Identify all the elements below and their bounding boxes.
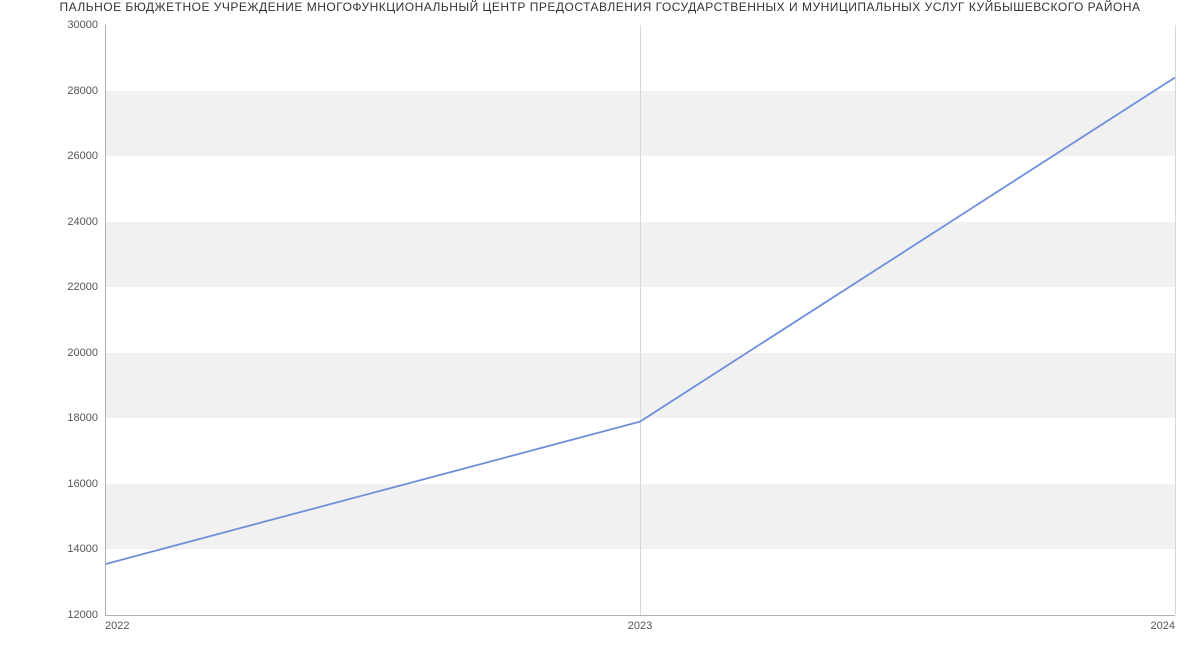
y-tick-label: 14000 bbox=[8, 543, 98, 555]
chart-title: ПАЛЬНОЕ БЮДЖЕТНОЕ УЧРЕЖДЕНИЕ МНОГОФУНКЦИ… bbox=[0, 0, 1200, 18]
y-axis-line bbox=[105, 25, 106, 615]
plot-area bbox=[105, 25, 1175, 615]
y-tick-label: 24000 bbox=[8, 216, 98, 228]
y-tick-label: 26000 bbox=[8, 150, 98, 162]
y-tick-label: 28000 bbox=[8, 85, 98, 97]
line-series bbox=[105, 25, 1175, 615]
y-tick-label: 16000 bbox=[8, 478, 98, 490]
chart-container: ПАЛЬНОЕ БЮДЖЕТНОЕ УЧРЕЖДЕНИЕ МНОГОФУНКЦИ… bbox=[0, 0, 1200, 650]
x-tick-label: 2022 bbox=[105, 620, 129, 632]
x-axis-line bbox=[105, 615, 1175, 616]
y-tick-label: 12000 bbox=[8, 609, 98, 621]
y-tick-label: 30000 bbox=[8, 19, 98, 31]
y-tick-label: 22000 bbox=[8, 281, 98, 293]
x-tick-label: 2024 bbox=[1151, 620, 1175, 632]
x-gridline bbox=[1175, 25, 1176, 615]
x-tick-label: 2023 bbox=[628, 620, 652, 632]
y-tick-label: 20000 bbox=[8, 347, 98, 359]
data-line bbox=[105, 77, 1175, 564]
y-tick-label: 18000 bbox=[8, 412, 98, 424]
